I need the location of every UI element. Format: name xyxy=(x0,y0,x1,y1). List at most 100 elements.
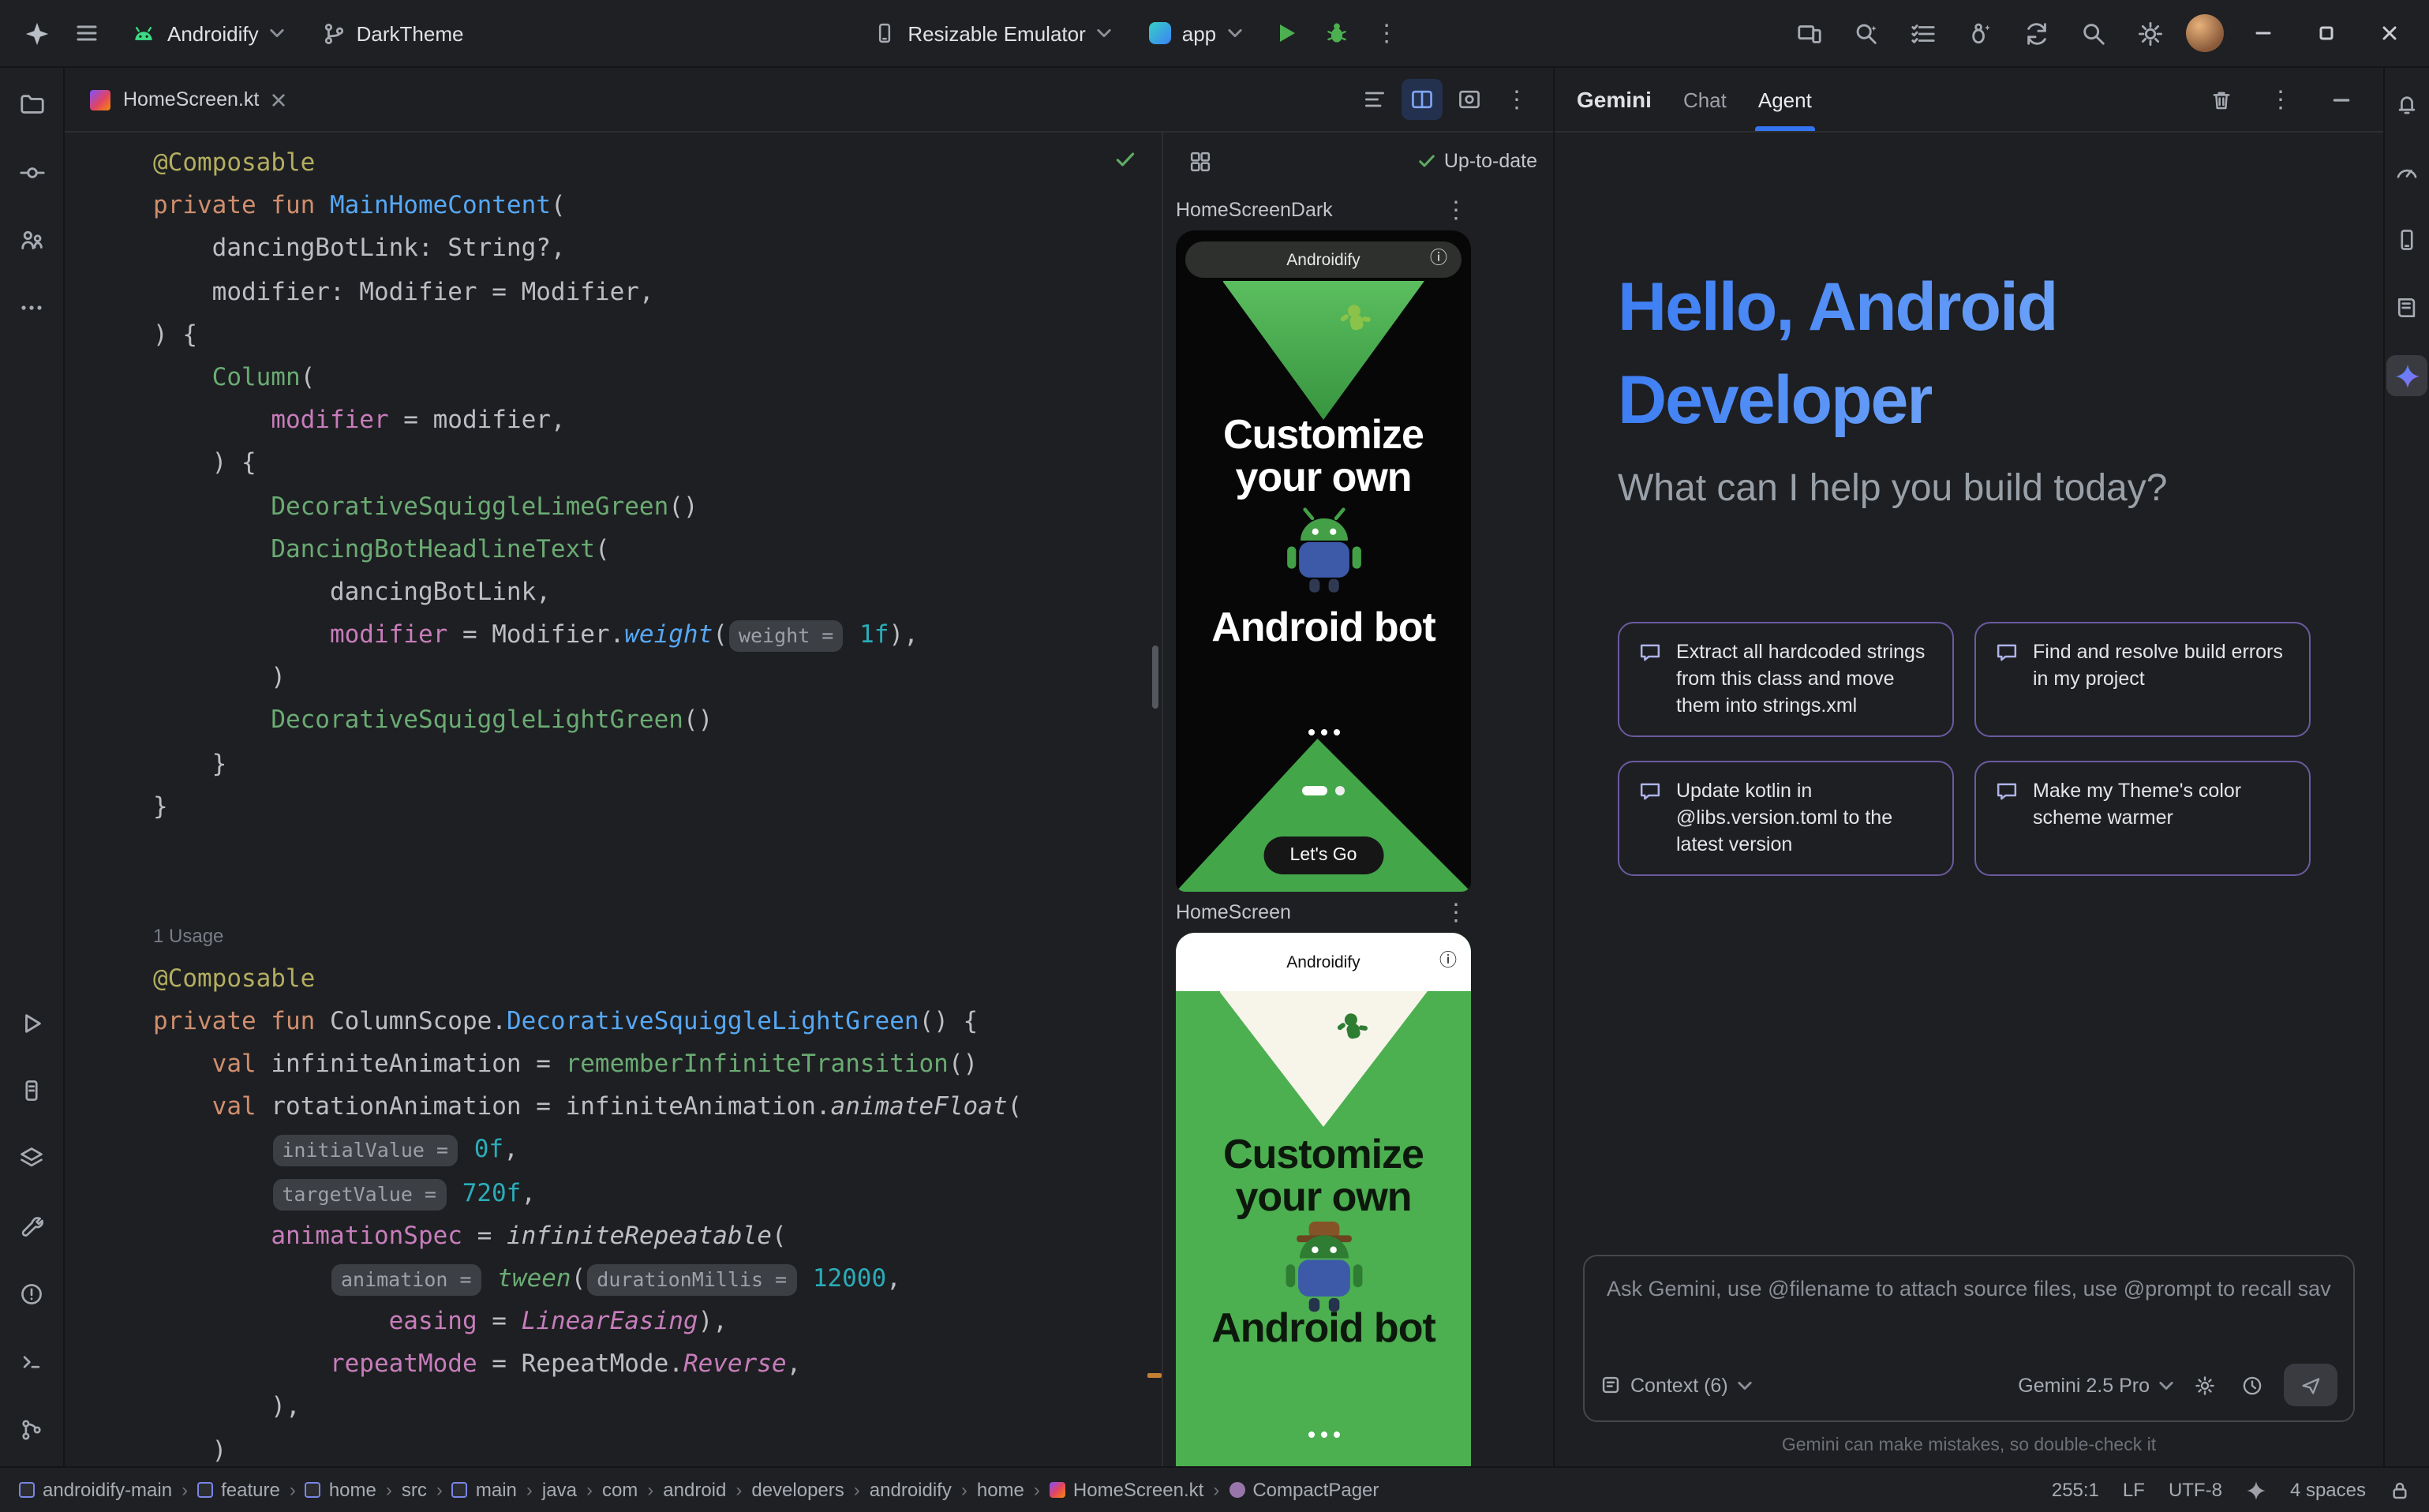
line-separator[interactable]: LF xyxy=(2123,1479,2145,1501)
code-token[interactable]: DecorativeSquiggleLightGreen xyxy=(507,1007,919,1035)
code-line[interactable]: private fun MainHomeContent( xyxy=(153,185,1162,227)
code-token[interactable] xyxy=(153,406,271,434)
code-token[interactable]: targetValue = xyxy=(272,1178,446,1210)
code-token[interactable]: animationSpec xyxy=(271,1221,462,1249)
sync-project-icon[interactable] xyxy=(2015,13,2057,54)
suggestion-card[interactable]: Make my Theme's color scheme warmer xyxy=(1974,761,2311,876)
code-token[interactable]: private fun xyxy=(153,191,330,219)
caret-position[interactable]: 255:1 xyxy=(2052,1479,2099,1501)
window-maximize-button[interactable] xyxy=(2303,9,2350,57)
code-token[interactable]: tween xyxy=(497,1264,571,1293)
file-encoding[interactable]: UTF-8 xyxy=(2169,1479,2222,1501)
suggestion-card[interactable]: Find and resolve build errors in my proj… xyxy=(1974,622,2311,737)
code-token[interactable] xyxy=(798,1264,813,1293)
ai-spark-icon[interactable] xyxy=(2246,1480,2266,1500)
code-token[interactable]: private fun xyxy=(153,1007,330,1035)
code-token[interactable] xyxy=(844,620,859,649)
code-line[interactable]: ) { xyxy=(153,443,1162,485)
code-token[interactable]: 720f xyxy=(462,1178,522,1207)
breadcrumb-item[interactable]: androidify xyxy=(870,1479,952,1501)
breadcrumb-item[interactable]: home xyxy=(305,1479,376,1501)
code-line[interactable]: dancingBotLink, xyxy=(153,571,1162,614)
branch-selector[interactable]: DarkTheme xyxy=(308,13,478,53)
code-token[interactable]: } xyxy=(153,749,226,777)
code-line[interactable]: modifier = modifier, xyxy=(153,399,1162,442)
code-line[interactable]: val rotationAnimation = infiniteAnimatio… xyxy=(153,1086,1162,1128)
profiler-icon[interactable] xyxy=(2386,152,2427,193)
breadcrumb-item[interactable]: CompactPager xyxy=(1229,1479,1379,1501)
code-line[interactable]: ) xyxy=(153,657,1162,700)
gemini-options-icon[interactable]: ⋮ xyxy=(2260,79,2301,120)
code-token[interactable]: LinearEasing xyxy=(522,1307,698,1335)
project-selector[interactable]: Androidify xyxy=(117,13,298,53)
history-icon[interactable] xyxy=(2236,1369,2268,1401)
code-token[interactable]: () xyxy=(683,706,713,735)
code-token[interactable]: = xyxy=(477,1307,522,1335)
code-token[interactable]: ) xyxy=(153,664,286,692)
code-token[interactable]: val xyxy=(212,1092,271,1121)
code-line[interactable]: repeatMode = RepeatMode.Reverse, xyxy=(153,1344,1162,1387)
code-token[interactable]: ( xyxy=(301,363,316,391)
code-token[interactable]: @Composable xyxy=(153,148,315,177)
code-token[interactable]: , xyxy=(503,1136,518,1164)
suggestion-card[interactable]: Update kotlin in @libs.version.toml to t… xyxy=(1618,761,1954,876)
preview-phone-light[interactable]: Androidify ⓘ Customize your own xyxy=(1176,933,1471,1466)
preview-options-icon[interactable]: ⋮ xyxy=(1441,198,1471,222)
code-line[interactable]: animationSpec = infiniteRepeatable( xyxy=(153,1214,1162,1257)
code-token[interactable]: ) { xyxy=(153,320,197,349)
search-everywhere-icon[interactable] xyxy=(2072,13,2113,54)
code-token[interactable]: 1 Usage xyxy=(153,926,223,948)
suggestion-card[interactable]: Extract all hardcoded strings from this … xyxy=(1618,622,1954,737)
preview-label-homescreendark[interactable]: HomeScreenDark ⋮ xyxy=(1176,189,1471,230)
code-line[interactable]: private fun ColumnScope.DecorativeSquigg… xyxy=(153,1001,1162,1043)
code-line[interactable] xyxy=(153,829,1162,871)
settings-gear-icon[interactable] xyxy=(2129,13,2170,54)
code-token[interactable]: ( xyxy=(772,1221,787,1249)
code-token[interactable]: ) { xyxy=(153,449,256,477)
build-icon[interactable] xyxy=(11,1206,52,1247)
code-view-toggle-icon[interactable] xyxy=(1354,79,1395,120)
code-token[interactable]: animation = xyxy=(331,1264,481,1296)
tab-chat[interactable]: Chat xyxy=(1683,68,1727,131)
preview-options-icon[interactable]: ⋮ xyxy=(1441,900,1471,924)
code-token[interactable]: ColumnScope. xyxy=(330,1007,507,1035)
preview-layout-icon[interactable] xyxy=(1179,140,1220,182)
split-view-toggle-icon[interactable] xyxy=(1402,79,1443,120)
ai-search-icon[interactable] xyxy=(1845,13,1886,54)
more-run-options-icon[interactable]: ⋮ xyxy=(1366,13,1407,54)
editor-scrollbar-thumb[interactable] xyxy=(1152,646,1158,709)
breadcrumb-item[interactable]: com xyxy=(602,1479,638,1501)
code-token[interactable] xyxy=(447,1178,462,1207)
code-line[interactable]: Column( xyxy=(153,357,1162,399)
code-line[interactable]: ), xyxy=(153,1387,1162,1429)
model-selector[interactable]: Gemini 2.5 Pro xyxy=(2018,1374,2173,1396)
code-token[interactable]: DecorativeSquiggleLightGreen xyxy=(271,706,683,735)
code-token[interactable]: infiniteRepeatable xyxy=(507,1221,772,1249)
terminal-icon[interactable] xyxy=(11,1342,52,1383)
code-token[interactable]: DecorativeSquiggleLimeGreen xyxy=(271,492,668,520)
problems-icon[interactable] xyxy=(11,1274,52,1315)
code-token[interactable]: ( xyxy=(551,191,566,219)
code-line[interactable]: dancingBotLink: String?, xyxy=(153,228,1162,271)
editor-options-icon[interactable]: ⋮ xyxy=(1496,79,1537,120)
breadcrumb-item[interactable]: java xyxy=(542,1479,577,1501)
code-token[interactable]: = modifier, xyxy=(389,406,566,434)
code-token[interactable]: rememberInfiniteTransition xyxy=(566,1050,949,1078)
code-line[interactable] xyxy=(153,871,1162,914)
code-token[interactable]: ), xyxy=(889,620,918,649)
run-button[interactable] xyxy=(1265,13,1306,54)
code-token[interactable]: = xyxy=(462,1221,507,1249)
code-token[interactable]: weight xyxy=(624,620,713,649)
code-line[interactable]: } xyxy=(153,786,1162,829)
preview-label-homescreen[interactable]: HomeScreen ⋮ xyxy=(1176,892,1471,933)
running-devices-icon[interactable] xyxy=(2386,219,2427,260)
code-token[interactable]: val xyxy=(212,1050,271,1078)
code-line[interactable]: 1 Usage xyxy=(153,915,1162,957)
code-token[interactable] xyxy=(153,534,271,563)
code-token[interactable]: ), xyxy=(698,1307,728,1335)
code-token[interactable] xyxy=(483,1264,498,1293)
code-editor-pane[interactable]: @Composableprivate fun MainHomeContent( … xyxy=(65,133,1162,1466)
code-token[interactable] xyxy=(153,363,212,391)
code-token[interactable]: () xyxy=(949,1050,978,1078)
code-line[interactable]: DecorativeSquiggleLightGreen() xyxy=(153,700,1162,743)
